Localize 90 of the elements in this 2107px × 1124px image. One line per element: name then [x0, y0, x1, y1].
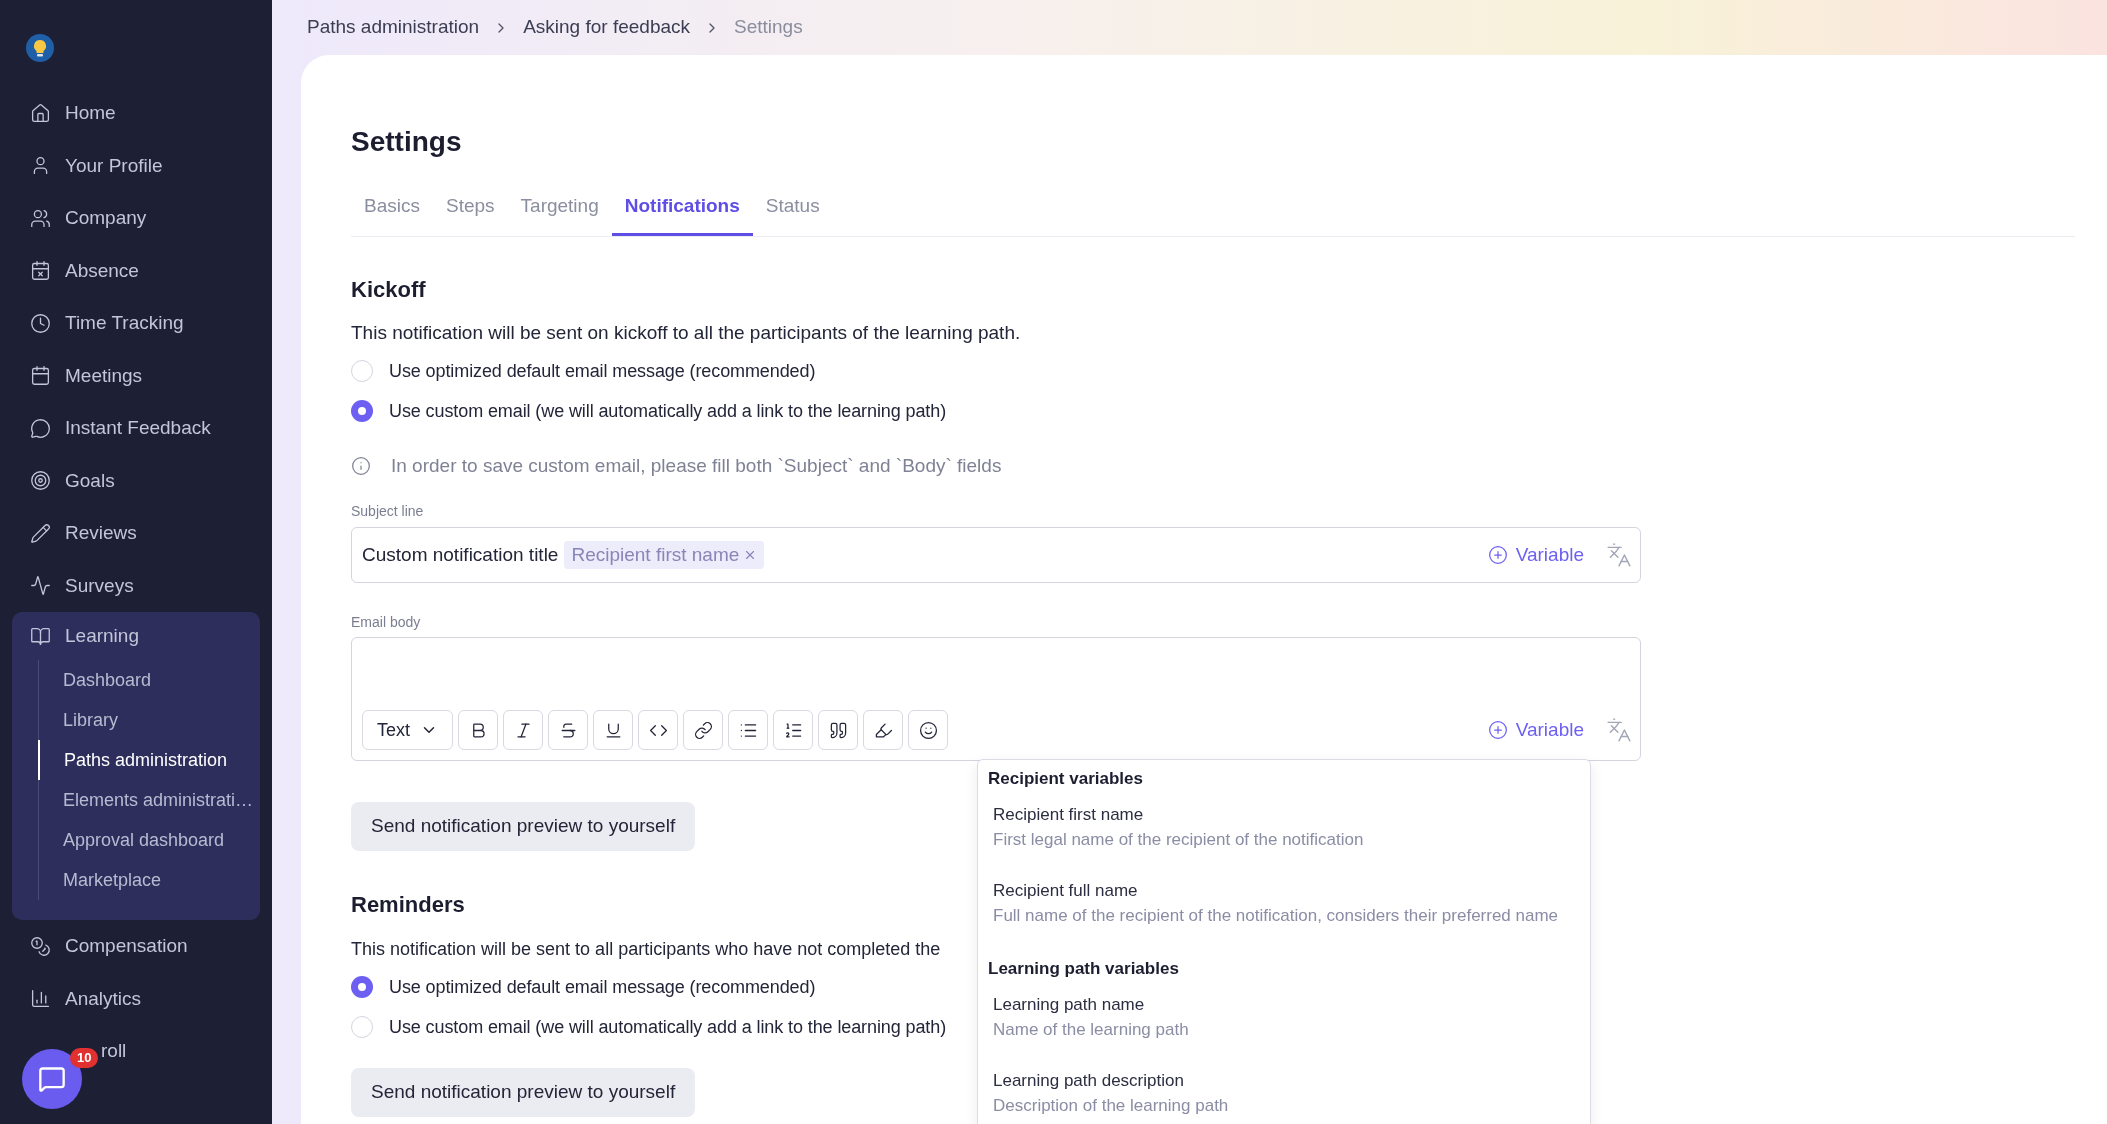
- text-style-dropdown[interactable]: Text: [362, 710, 453, 750]
- bar-chart-icon: [30, 988, 51, 1010]
- sidebar-subitem[interactable]: Library: [39, 700, 260, 740]
- notification-badge: 10: [70, 1048, 99, 1068]
- variable-name: Learning path name: [993, 994, 1146, 1016]
- chat-icon: [38, 1065, 66, 1093]
- toolbar-button[interactable]: [773, 710, 813, 750]
- radio-label: Use optimized default email message (recommended): [389, 359, 816, 383]
- menu-item[interactable]: Recipient full name Full name of the recipient of the notification, considers their preferred name: [988, 868, 1590, 944]
- sidebar-subitem[interactable]: Approval dashboard: [39, 820, 260, 860]
- home-icon: [30, 102, 51, 124]
- section-description: This notification will be sent to all participants who have not completed the: [351, 938, 941, 961]
- menu-item[interactable]: Recipient first name First legal name of the recipient of the notification: [988, 792, 1590, 868]
- sidebar-item[interactable]: Your Profile: [0, 139, 272, 192]
- target-icon: [30, 470, 51, 492]
- breadcrumb-link[interactable]: Asking for feedback: [523, 13, 691, 42]
- info-note: In order to save custom email, please fill both `Subject` and `Body` fields: [391, 453, 1002, 478]
- toolbar-button[interactable]: [593, 710, 633, 750]
- sidebar-subitem[interactable]: Elements administrati…: [39, 780, 260, 820]
- sidebar-item[interactable]: roll: [101, 1037, 127, 1066]
- toolbar-button[interactable]: [863, 710, 903, 750]
- users-icon: [30, 207, 51, 229]
- section-description: This notification will be sent on kickoff to all the participants of the learning path.: [351, 321, 1022, 345]
- lightbulb-logo-icon[interactable]: [26, 34, 54, 62]
- sidebar-item[interactable]: Goals: [0, 454, 272, 507]
- tab[interactable]: Notifications: [611, 180, 753, 236]
- sidebar-subitem[interactable]: Marketplace: [39, 860, 260, 900]
- plus-icon: [1487, 720, 1508, 740]
- toolbar-button[interactable]: [458, 710, 498, 750]
- radio-button[interactable]: [351, 360, 373, 382]
- link-icon: [693, 720, 713, 740]
- menu-item[interactable]: Learning path name Name of the learning path: [988, 982, 1590, 1058]
- radio-button[interactable]: [351, 976, 373, 998]
- toolbar-button[interactable]: [548, 710, 588, 750]
- sidebar-item[interactable]: Surveys: [0, 559, 272, 612]
- variable-name: Learning path description: [993, 1070, 1185, 1092]
- radio-label: Use custom email (we will automatically add a link to the learning path): [389, 399, 947, 423]
- sidebar-item[interactable]: Company: [0, 192, 272, 245]
- toolbar-button[interactable]: [683, 710, 723, 750]
- toolbar-button[interactable]: [728, 710, 768, 750]
- menu-group-title: Learning path variables: [988, 958, 1180, 980]
- radio-button[interactable]: [351, 1016, 373, 1038]
- subject-text: Custom notification title: [362, 542, 559, 567]
- sidebar-item[interactable]: Learning: [12, 612, 260, 660]
- field-label: Email body: [351, 613, 422, 630]
- variable-description: First legal name of the recipient of the notification: [993, 829, 1365, 851]
- book-icon: [30, 625, 51, 647]
- field-label: Subject line: [351, 502, 425, 519]
- page-title: Settings: [351, 125, 463, 159]
- smile-icon: [918, 720, 938, 740]
- info-icon: [351, 456, 371, 476]
- radio-label: Use optimized default email message (recommended): [389, 975, 816, 999]
- variable-name: Recipient first name: [993, 804, 1145, 826]
- quote-icon: [828, 720, 848, 740]
- variable-description: Description of the learning path: [993, 1095, 1230, 1117]
- sidebar-item[interactable]: Analytics: [0, 972, 272, 1025]
- sidebar-item[interactable]: Compensation: [0, 920, 272, 973]
- sidebar-subitem[interactable]: Dashboard: [39, 660, 260, 700]
- variable-name: Recipient full name: [993, 880, 1139, 902]
- sidebar-subitem[interactable]: Paths administration: [38, 740, 260, 780]
- preview-button[interactable]: Send notification preview to yourself: [351, 802, 696, 851]
- variable-button[interactable]: Variable: [1487, 715, 1584, 745]
- plus-icon: [1487, 545, 1508, 565]
- variable-button[interactable]: Variable: [1487, 540, 1584, 570]
- clock-icon: [30, 312, 51, 334]
- toolbar-button[interactable]: [818, 710, 858, 750]
- chat-icon: [30, 417, 51, 439]
- radio-label: Use custom email (we will automatically add a link to the learning path): [389, 1015, 947, 1039]
- radio-button[interactable]: [351, 400, 373, 422]
- menu-item[interactable]: Learning path description Description of the learning path: [988, 1058, 1590, 1124]
- toolbar-button[interactable]: [908, 710, 948, 750]
- sidebar-item[interactable]: Instant Feedback: [0, 402, 272, 455]
- variable-description: Name of the learning path: [993, 1019, 1190, 1041]
- sidebar-item[interactable]: Home: [0, 87, 272, 140]
- preview-button[interactable]: Send notification preview to yourself: [351, 1068, 696, 1117]
- pencil-icon: [30, 522, 51, 544]
- breadcrumb-link[interactable]: Paths administration: [307, 13, 480, 42]
- sidebar-item[interactable]: Reviews: [0, 507, 272, 560]
- menu-group-title: Recipient variables: [988, 768, 1144, 790]
- sidebar-item[interactable]: Absence: [0, 244, 272, 297]
- pulse-icon: [30, 575, 51, 597]
- coins-icon: [30, 935, 51, 957]
- section-title: Kickoff: [351, 276, 426, 303]
- section-title: Reminders: [351, 891, 465, 918]
- subject-field[interactable]: Custom notification title Recipient first name Variable: [351, 527, 1641, 583]
- sidebar-item[interactable]: Time Tracking: [0, 297, 272, 350]
- variable-description: Full name of the recipient of the notification, considers their preferred name: [993, 905, 1560, 927]
- calendar-icon: [30, 365, 51, 387]
- calendar-x-icon: [30, 260, 51, 282]
- sidebar-item[interactable]: Meetings: [0, 349, 272, 402]
